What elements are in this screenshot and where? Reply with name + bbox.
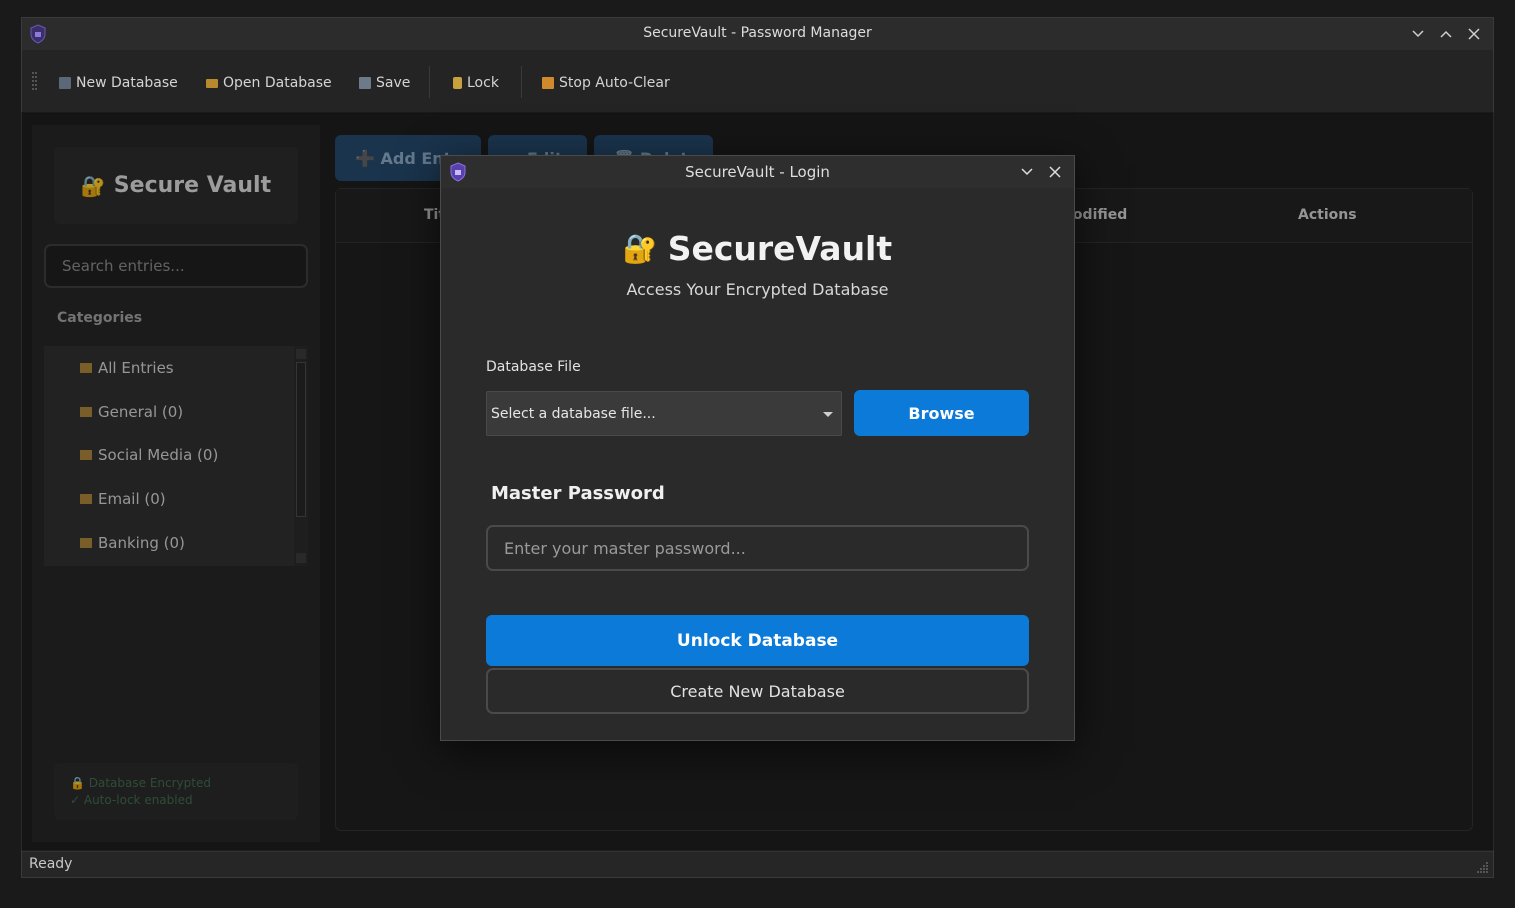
stop-auto-clear-button[interactable]: Stop Auto-Clear [542,73,670,93]
chevron-up-icon [1440,30,1452,38]
unlock-database-button[interactable]: Unlock Database [486,615,1029,666]
database-file-value: Select a database file... [491,405,656,422]
create-new-database-button[interactable]: Create New Database [486,668,1029,714]
dialog-heading: 🔐 SecureVault [441,229,1074,268]
login-dialog: SecureVault - Login 🔐 SecureVault Access… [440,155,1075,741]
dialog-minimize-button[interactable] [1016,161,1038,183]
toolbar-separator [521,66,522,98]
minimize-button[interactable] [1407,23,1429,45]
dialog-title: SecureVault - Login [685,163,830,181]
dialog-titlebar[interactable]: SecureVault - Login [441,156,1074,188]
new-database-button[interactable]: New Database [59,73,178,93]
chevron-down-icon [1021,168,1033,176]
chevron-down-icon [1412,30,1424,38]
close-button[interactable] [1463,23,1485,45]
new-database-icon [59,77,71,89]
close-icon [1049,166,1061,178]
folder-icon [206,78,218,88]
floppy-disk-icon [359,77,371,89]
status-bar: Ready [22,851,1493,877]
lock-button[interactable]: Lock [453,73,499,93]
database-file-select[interactable]: Select a database file... [486,391,842,436]
database-file-label: Database File [486,359,581,375]
open-database-button[interactable]: Open Database [206,73,332,93]
status-text: Ready [29,856,73,872]
lock-key-icon: 🔐 [622,232,658,265]
save-button[interactable]: Save [359,73,410,93]
toolbar-separator [429,66,430,98]
dialog-heading-text: SecureVault [667,229,893,268]
stop-icon [542,77,554,89]
window-title: SecureVault - Password Manager [643,25,872,41]
browse-button[interactable]: Browse [854,390,1029,436]
master-password-label: Master Password [491,483,665,504]
resize-grip-icon[interactable] [1475,860,1489,874]
window-titlebar[interactable]: SecureVault - Password Manager [22,18,1493,50]
dropdown-caret-icon [823,412,833,417]
dialog-subtitle: Access Your Encrypted Database [626,280,889,299]
dialog-close-button[interactable] [1044,161,1066,183]
master-password-input[interactable] [486,525,1029,571]
toolbar: New Database Open Database Save Lock Sto… [22,50,1493,114]
toolbar-grip-icon[interactable] [32,72,38,94]
close-icon [1468,28,1480,40]
maximize-button[interactable] [1435,23,1457,45]
lock-icon [453,77,462,89]
